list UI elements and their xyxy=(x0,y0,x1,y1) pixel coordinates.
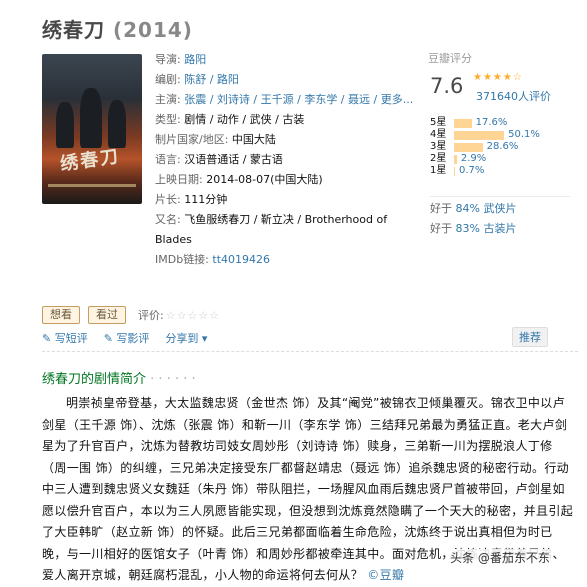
info-label: 片长: xyxy=(155,193,181,206)
info-row: 类型: 剧情 / 动作 / 武侠 / 古装 xyxy=(155,110,415,130)
rating-bar-row: 5星 17.6% xyxy=(430,117,540,129)
info-value: 2014-08-07(中国大陆) xyxy=(206,173,323,186)
rating-stars-icon: ★★★★☆ xyxy=(473,72,523,83)
rating-bar-percent: 0.7% xyxy=(459,165,485,176)
info-label: 又名: xyxy=(155,213,181,226)
recommend-button[interactable]: 推荐 xyxy=(512,327,548,347)
rating-bar xyxy=(454,142,483,152)
info-row: 上映日期: 2014-08-07(中国大陆) xyxy=(155,170,415,190)
info-value: 剧情 / 动作 / 武侠 / 古装 xyxy=(184,113,305,126)
info-label: 上映日期: xyxy=(155,173,203,186)
write-review-link[interactable]: ✎ 写影评 xyxy=(104,330,150,346)
rating-bar-row: 1星 0.7% xyxy=(430,165,540,177)
info-label: IMDb链接: xyxy=(155,253,209,266)
info-value[interactable]: tt4019426 xyxy=(212,253,270,266)
info-row: 语言: 汉语普通话 / 蒙古语 xyxy=(155,150,415,170)
movie-year: (2014) xyxy=(112,18,193,42)
synopsis-heading-text: 绣春刀的剧情简介 xyxy=(42,372,147,387)
poster-strip xyxy=(48,184,136,187)
rating-panel: 豆瓣评分 7.6 ★★★★☆ 371640人评价 5星 17.6% 4星 50.1% 3… xyxy=(428,50,578,235)
rating-bar xyxy=(454,166,455,176)
share-link[interactable]: 分享到 ▾ xyxy=(165,330,207,346)
info-label: 编剧: xyxy=(155,73,181,86)
info-value: 中国大陆 xyxy=(231,133,276,146)
rating-bar-row: 4星 50.1% xyxy=(430,129,540,141)
poster-figure-center xyxy=(80,88,102,148)
info-row: 主演: 张震 / 刘诗诗 / 王千源 / 李东学 / 聂远 / 更多... xyxy=(155,90,415,110)
synopsis-source-link[interactable]: ©豆瓣 xyxy=(367,568,404,582)
rating-distribution: 5星 17.6% 4星 50.1% 3星 28.6% 2星 2.9% 1星 0.7% xyxy=(430,117,540,177)
rating-bar-label: 5星 xyxy=(430,117,447,128)
synopsis-heading: 绣春刀的剧情简介 · · · · · · xyxy=(42,368,196,387)
movie-poster[interactable]: 绣春刀 xyxy=(42,54,142,204)
rating-bar-percent: 17.6% xyxy=(475,117,508,128)
action-bar: 想看 看过 评价: ☆☆☆☆☆ xyxy=(42,306,220,324)
info-label: 语言: xyxy=(155,153,181,166)
watched-button[interactable]: 看过 xyxy=(88,306,126,324)
info-label: 类型: xyxy=(155,113,181,126)
info-value: Blades xyxy=(155,233,192,246)
rating-comparison: 好于 84% 武侠片 好于 83% 古装片 xyxy=(430,196,570,239)
write-short-review-link[interactable]: ✎ 写短评 xyxy=(42,330,88,346)
rate-label: 评价: xyxy=(138,309,164,322)
info-value: 111分钟 xyxy=(184,193,228,206)
info-row: Blades xyxy=(155,230,415,250)
movie-title: 绣春刀 xyxy=(42,18,105,42)
info-row: 片长: 111分钟 xyxy=(155,190,415,210)
info-row: 制片国家/地区: 中国大陆 xyxy=(155,130,415,150)
watermark: 头条 @番茄东不东 xyxy=(448,549,552,566)
rating-bar-percent: 28.6% xyxy=(486,141,519,152)
info-value[interactable]: 张震 / 刘诗诗 / 王千源 / 李东学 / 聂远 / 更多... xyxy=(184,93,413,106)
page-title: 绣春刀 (2014) xyxy=(42,14,193,43)
info-value[interactable]: 陈舒 / 路阳 xyxy=(184,73,239,86)
rating-bar xyxy=(454,118,472,128)
poster-figure-right xyxy=(108,100,126,148)
rating-header: 豆瓣评分 xyxy=(428,52,472,65)
rating-bar-label: 4星 xyxy=(430,129,447,140)
rating-better-prefix: 好于 xyxy=(430,202,452,215)
rating-bar xyxy=(454,154,457,164)
rating-better-value[interactable]: 84% 武侠片 xyxy=(456,202,517,215)
movie-info: 导演: 路阳 编剧: 陈舒 / 路阳 主演: 张震 / 刘诗诗 / 王千源 / 李东… xyxy=(155,50,415,270)
rating-bar-label: 2星 xyxy=(430,153,447,164)
info-row: 编剧: 陈舒 / 路阳 xyxy=(155,70,415,90)
rating-better-row: 好于 83% 古装片 xyxy=(430,219,570,239)
rating-bar-percent: 50.1% xyxy=(508,129,540,140)
rating-bar-row: 3星 28.6% xyxy=(430,141,540,153)
rating-votes-link[interactable]: 371640人评价 xyxy=(476,88,551,104)
divider xyxy=(42,351,578,352)
info-value[interactable]: 路阳 xyxy=(184,53,206,66)
rating-bar-label: 1星 xyxy=(430,165,447,176)
info-label: 制片国家/地区: xyxy=(155,133,229,146)
info-value: 飞鱼服绣春刀 / 靳立决 / Brotherhood of xyxy=(184,213,388,226)
info-row: 又名: 飞鱼服绣春刀 / 靳立决 / Brotherhood of xyxy=(155,210,415,230)
rating-bar xyxy=(454,130,505,140)
rating-better-prefix: 好于 xyxy=(430,222,452,235)
info-label: 主演: xyxy=(155,93,181,106)
poster-figure-left xyxy=(56,102,74,148)
rating-bar-row: 2星 2.9% xyxy=(430,153,540,165)
share-label: 分享到 xyxy=(165,332,199,345)
rating-better-row: 好于 84% 武侠片 xyxy=(430,199,570,219)
rate-stars-icon[interactable]: ☆☆☆☆☆ xyxy=(166,309,220,322)
info-value: 汉语普通话 / 蒙古语 xyxy=(184,153,283,166)
write-review-label: 写影评 xyxy=(116,332,150,345)
rating-bar-label: 3星 xyxy=(430,141,447,152)
info-row: 导演: 路阳 xyxy=(155,50,415,70)
want-to-watch-button[interactable]: 想看 xyxy=(42,306,80,324)
synopsis-heading-dots: · · · · · · xyxy=(146,372,196,387)
ops-bar: ✎ 写短评 ✎ 写影评 分享到 ▾ xyxy=(42,330,207,346)
write-short-review-label: 写短评 xyxy=(54,332,88,345)
info-label: 导演: xyxy=(155,53,181,66)
info-row: IMDb链接: tt4019426 xyxy=(155,250,415,270)
rating-score: 7.6 xyxy=(430,74,464,98)
rating-better-value[interactable]: 83% 古装片 xyxy=(456,222,517,235)
rating-bar-percent: 2.9% xyxy=(460,153,487,164)
